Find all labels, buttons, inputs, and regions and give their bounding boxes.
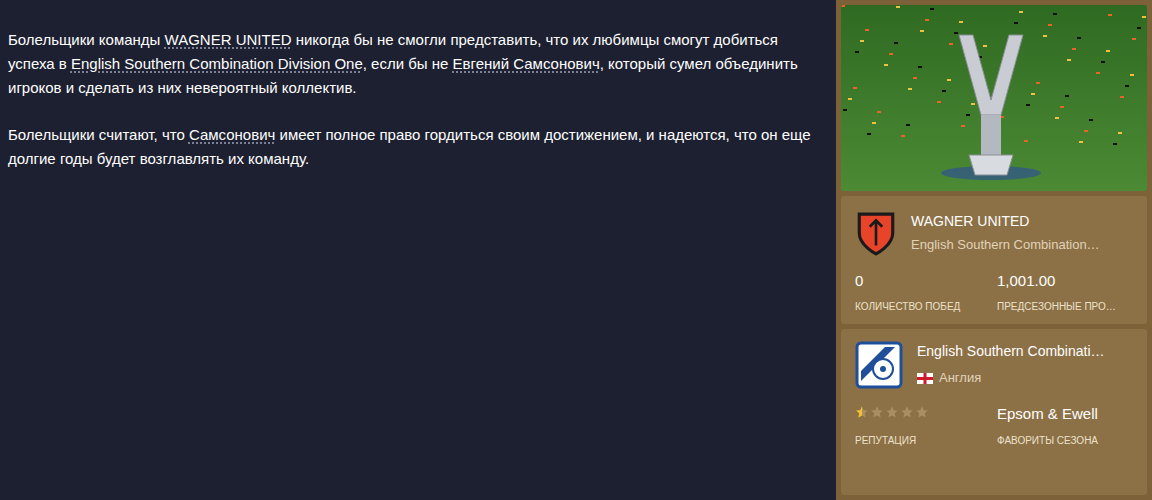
- club-stat: 0КОЛИЧЕСТВО ПОБЕД: [855, 270, 991, 314]
- competition-card: English Southern Combinati… Англия РЕПУТАЦ…: [841, 329, 1147, 496]
- article-link[interactable]: English Southern Combination Division On…: [71, 55, 363, 72]
- article: Болельщики команды WAGNER UNITED никогда…: [0, 0, 836, 500]
- club-stat: 1,001.00ПРЕДСЕЗОННЫЕ ПРО…: [997, 270, 1133, 314]
- star-icon: [855, 405, 869, 419]
- star-icon: [915, 405, 929, 419]
- competition-logo-icon: [855, 341, 903, 389]
- trophy-picture: [841, 5, 1147, 191]
- favourite-club[interactable]: Epsom & Ewell: [997, 403, 1133, 421]
- star-icon: [870, 405, 884, 419]
- side-panel: WAGNER UNITED English Southern Combinatio…: [836, 0, 1152, 500]
- article-link[interactable]: Самсонович: [189, 126, 275, 143]
- england-flag-icon: [917, 373, 933, 384]
- article-link[interactable]: WAGNER UNITED: [165, 31, 292, 48]
- club-crest-icon: [855, 210, 897, 256]
- news-screen: Болельщики команды WAGNER UNITED никогда…: [0, 0, 1152, 500]
- star-icon: [885, 405, 899, 419]
- trophy-icon: [841, 5, 1147, 191]
- competition-country: Англия: [939, 368, 981, 388]
- article-link[interactable]: Евгений Самсонович: [453, 55, 600, 72]
- club-card: WAGNER UNITED English Southern Combinatio…: [841, 196, 1147, 324]
- article-paragraph: Болельщики считают, что Самсонович имеет…: [8, 123, 816, 171]
- competition-name[interactable]: English Southern Combinati…: [917, 341, 1105, 362]
- club-league[interactable]: English Southern Combination…: [911, 235, 1100, 255]
- club-name[interactable]: WAGNER UNITED: [911, 211, 1100, 232]
- star-icon: [900, 405, 914, 419]
- season-favourite: Epsom & EwellФАВОРИТЫ СЕЗОНА: [997, 403, 1133, 448]
- reputation: РЕПУТАЦИЯ: [855, 403, 991, 448]
- article-paragraph: Болельщики команды WAGNER UNITED никогда…: [8, 28, 816, 100]
